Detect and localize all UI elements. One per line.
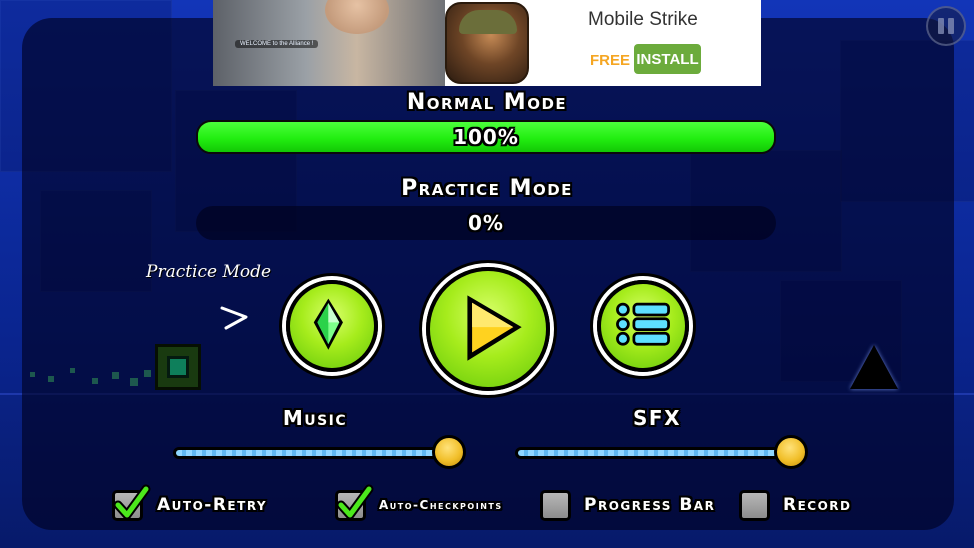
checkmark-icon <box>113 484 151 520</box>
normal-mode-label: Normal Mode <box>406 90 568 115</box>
ad-video-thumbnail: WELCOME to the Alliance ! <box>213 0 445 86</box>
ad-app-title: Mobile Strike <box>588 9 698 30</box>
sfx-label: SFX <box>633 406 681 430</box>
ad-install-button[interactable]: INSTALL <box>634 44 701 74</box>
ad-chat-text: WELCOME to the Alliance ! <box>235 40 319 48</box>
music-label: Music <box>282 406 348 430</box>
normal-mode-percent: 100% <box>453 125 519 149</box>
sfx-slider-knob[interactable] <box>773 435 808 469</box>
play-triangle-icon <box>467 295 522 361</box>
spike-obstacle <box>850 345 898 389</box>
progress-bar-checkbox[interactable] <box>540 490 571 521</box>
ad-price: FREE <box>590 52 631 69</box>
play-button[interactable] <box>426 267 550 391</box>
practice-mode-progress-bar: 0% <box>196 206 776 240</box>
progress-bar-label: Progress Bar <box>584 495 716 515</box>
auto-retry-checkbox[interactable] <box>112 484 151 521</box>
hint-arrow-icon <box>220 306 248 330</box>
sfx-volume-slider[interactable] <box>515 435 808 469</box>
record-checkbox[interactable] <box>739 490 770 521</box>
practice-mode-button[interactable] <box>286 280 378 372</box>
music-volume-slider[interactable] <box>173 435 466 469</box>
ad-app-icon <box>445 2 529 84</box>
green-diamond-icon <box>313 298 343 350</box>
record-label: Record <box>783 495 852 515</box>
pause-button[interactable] <box>926 6 966 46</box>
auto-checkpoints-label: Auto-Checkpoints <box>379 498 503 512</box>
normal-mode-progress-bar: 100% <box>196 120 776 154</box>
ad-banner[interactable]: WELCOME to the Alliance ! Mobile Strike … <box>213 0 761 86</box>
music-slider-knob[interactable] <box>431 435 466 469</box>
list-menu-icon <box>616 302 670 346</box>
checkmark-icon <box>336 484 374 520</box>
pause-icon <box>938 18 944 34</box>
auto-retry-label: Auto-Retry <box>157 495 268 515</box>
practice-mode-hint: Practice Mode <box>146 262 272 282</box>
auto-checkpoints-checkbox[interactable] <box>335 484 374 521</box>
practice-mode-percent: 0% <box>468 211 504 235</box>
player-cube <box>155 344 201 390</box>
level-menu-button[interactable] <box>597 280 689 372</box>
practice-mode-label: Practice Mode <box>401 176 573 201</box>
